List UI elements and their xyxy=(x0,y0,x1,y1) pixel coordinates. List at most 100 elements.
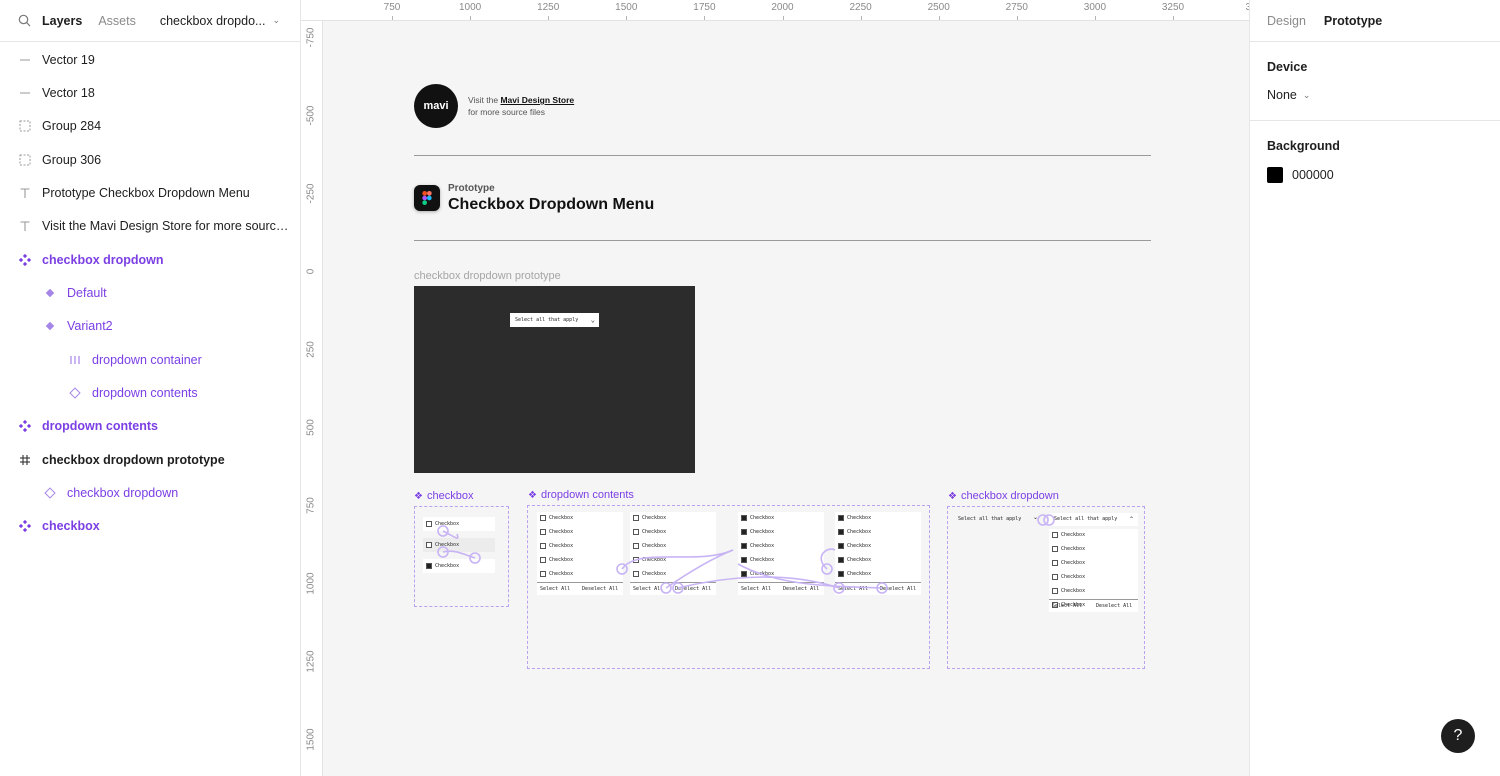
contents-set[interactable]: Checkbox Checkbox Checkbox Checkbox Checkbox… xyxy=(527,505,930,669)
layer-row[interactable]: Vector 19 xyxy=(0,43,300,76)
chevron-down-icon: ⌄ xyxy=(272,15,280,25)
variant-icon xyxy=(43,319,57,333)
variant-icon xyxy=(43,286,57,300)
ruler-tick-label: 250 xyxy=(305,341,317,358)
layer-label: checkbox dropdown xyxy=(67,486,179,501)
group-icon xyxy=(18,153,32,167)
layer-label: Prototype Checkbox Dropdown Menu xyxy=(42,185,250,200)
ruler-tick xyxy=(470,16,472,20)
proto-kicker: Prototype xyxy=(448,183,495,194)
properties-panel-header: Design Prototype xyxy=(1250,0,1500,42)
color-swatch[interactable] xyxy=(1267,167,1283,183)
ruler-tick-label: 1500 xyxy=(305,728,317,751)
ruler-tick-label: 750 xyxy=(383,2,401,13)
layer-label: dropdown contents xyxy=(92,386,198,400)
layer-row[interactable]: checkbox dropdown prototype xyxy=(0,443,300,476)
checkbox-set-title[interactable]: ❖ checkbox xyxy=(414,490,473,502)
text-icon xyxy=(18,186,32,200)
component-set-icon: ❖ xyxy=(414,490,423,502)
page-name: checkbox dropdo... xyxy=(159,13,266,28)
layer-label: dropdown container xyxy=(92,352,202,367)
ruler-tick xyxy=(626,16,628,20)
component-set-icon xyxy=(18,519,32,533)
visit-text: Visit the Mavi Design Store for more sou… xyxy=(468,94,574,118)
dropdown-set-title[interactable]: ❖ checkbox dropdown xyxy=(948,490,1059,502)
ruler-tick-label: 1500 xyxy=(615,2,638,13)
store-link[interactable]: Mavi Design Store xyxy=(500,95,574,105)
layer-row[interactable]: dropdown contents xyxy=(0,377,300,410)
ruler-tick-label: 1000 xyxy=(458,2,482,13)
layers-panel-header: Layers Assets checkbox dropdo... ⌄ xyxy=(0,0,300,42)
layer-row[interactable]: Vector 18 xyxy=(0,76,300,109)
ruler-tick xyxy=(1016,16,1018,20)
background-color[interactable]: 000000 xyxy=(1267,167,1483,183)
line-icon xyxy=(18,86,32,100)
checkbox-set[interactable]: Checkbox Checkbox Checkbox xyxy=(414,506,509,607)
vertical-ruler: -750 -500 -250 0 250 500 750 1000 1250 1500 xyxy=(301,21,323,776)
visit-suffix: for more source files xyxy=(468,107,545,117)
prototype-connections xyxy=(437,525,481,564)
tab-prototype[interactable]: Prototype xyxy=(1324,14,1382,28)
tab-assets[interactable]: Assets xyxy=(98,14,136,28)
ruler-tick xyxy=(782,16,784,20)
text-icon xyxy=(18,219,32,233)
layer-label: Visit the Mavi Design Store for more sou… xyxy=(42,219,292,234)
line-icon xyxy=(18,53,32,67)
layer-label: checkbox dropdown xyxy=(42,252,164,267)
proto-title: Checkbox Dropdown Menu xyxy=(448,196,655,213)
ruler-tick-label: 2250 xyxy=(849,2,872,13)
canvas[interactable]: mavi Visit the Mavi Design Store for mor… xyxy=(323,21,1249,776)
ruler-tick-label: -250 xyxy=(305,183,317,204)
layer-row[interactable]: dropdown container xyxy=(0,343,300,376)
contents-title: dropdown contents xyxy=(540,489,634,501)
layer-row[interactable]: checkbox xyxy=(0,510,300,543)
ruler-tick-label: 3250 xyxy=(1161,2,1185,13)
prototype-connections xyxy=(1037,514,1055,526)
instance-icon xyxy=(43,486,57,500)
instance-icon xyxy=(68,386,82,400)
contents-set-title[interactable]: ❖ dropdown contents xyxy=(528,489,634,501)
horizontal-ruler: 750 1000 1250 1500 1750 2000 2250 2500 2750 3000 3… xyxy=(301,0,1249,21)
layer-row[interactable]: Group 306 xyxy=(0,143,300,176)
layer-label: Variant2 xyxy=(67,319,113,334)
ruler-tick-label: 1750 xyxy=(693,2,716,13)
prototype-frame[interactable]: Select all that apply ⌄ xyxy=(414,286,695,473)
frame-label[interactable]: checkbox dropdown prototype xyxy=(414,270,561,282)
page-selector[interactable]: checkbox dropdo... ⌄ xyxy=(160,14,280,28)
device-section: Device None ⌄ xyxy=(1250,42,1500,121)
search-icon[interactable] xyxy=(18,14,32,28)
ruler-tick-label: 2000 xyxy=(771,2,794,13)
layer-row[interactable]: checkbox dropdown xyxy=(0,243,300,276)
ruler-tick xyxy=(1094,16,1096,20)
tab-layers[interactable]: Layers xyxy=(42,14,82,28)
layer-row[interactable]: Default xyxy=(0,276,300,309)
component-set-icon: ❖ xyxy=(528,489,537,501)
layer-label: Group 306 xyxy=(42,152,102,167)
layer-row[interactable]: Variant2 xyxy=(0,310,300,343)
ruler-tick xyxy=(392,16,393,20)
ruler-tick xyxy=(548,16,550,20)
device-select[interactable]: None ⌄ xyxy=(1267,88,1483,102)
layer-label: Vector 19 xyxy=(42,52,95,67)
help-button[interactable]: ? xyxy=(1441,719,1475,753)
layer-label: Group 284 xyxy=(42,119,102,134)
ruler-tick xyxy=(1173,16,1174,20)
layer-label: checkbox xyxy=(42,519,100,534)
layer-row[interactable]: Prototype Checkbox Dropdown Menu xyxy=(0,176,300,209)
mavi-logo: mavi xyxy=(414,84,458,128)
background-title: Background xyxy=(1267,139,1340,153)
layer-label: dropdown contents xyxy=(42,419,158,434)
dropdown-trigger[interactable]: Select all that apply ⌄ xyxy=(510,313,599,327)
layer-row[interactable]: checkbox dropdown xyxy=(0,477,300,510)
divider xyxy=(414,240,1151,241)
background-section: Background 000000 xyxy=(1250,121,1500,201)
dropdown-set[interactable]: Select all that apply ⌄ Select all that … xyxy=(947,506,1145,669)
layer-row[interactable]: Group 284 xyxy=(0,110,300,143)
tab-design[interactable]: Design xyxy=(1267,14,1306,28)
ruler-tick-label: 3000 xyxy=(1083,2,1107,13)
ruler-tick xyxy=(860,16,862,20)
background-value[interactable]: 000000 xyxy=(1292,168,1334,182)
layer-row[interactable]: dropdown contents xyxy=(0,410,300,443)
layer-row[interactable]: Visit the Mavi Design Store for more sou… xyxy=(0,210,300,243)
autolayout-icon xyxy=(68,353,82,367)
